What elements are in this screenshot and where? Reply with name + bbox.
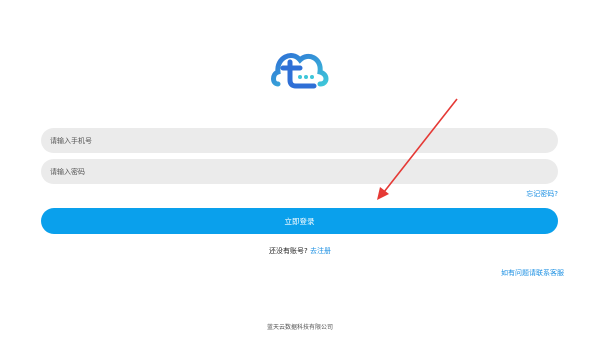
login-button[interactable]: 立即登录: [41, 208, 558, 234]
forgot-password-link[interactable]: 忘记密码?: [526, 189, 558, 199]
register-prompt-text: 还没有账号?: [269, 247, 308, 255]
phone-field[interactable]: [41, 128, 558, 153]
register-link[interactable]: 去注册: [310, 247, 331, 255]
login-page: 忘记密码? 立即登录 还没有账号? 去注册 如有问题请联系客服 蓝天云数据科技有…: [0, 0, 600, 337]
password-input[interactable]: [50, 167, 558, 176]
contact-support-link[interactable]: 如有问题请联系客服: [501, 268, 564, 278]
password-field[interactable]: [41, 159, 558, 184]
footer-company: 蓝天云数据科技有限公司: [266, 324, 333, 331]
register-prompt: 还没有账号? 去注册: [0, 246, 600, 256]
phone-input[interactable]: [50, 136, 558, 145]
cloud-logo-icon: [271, 53, 329, 89]
